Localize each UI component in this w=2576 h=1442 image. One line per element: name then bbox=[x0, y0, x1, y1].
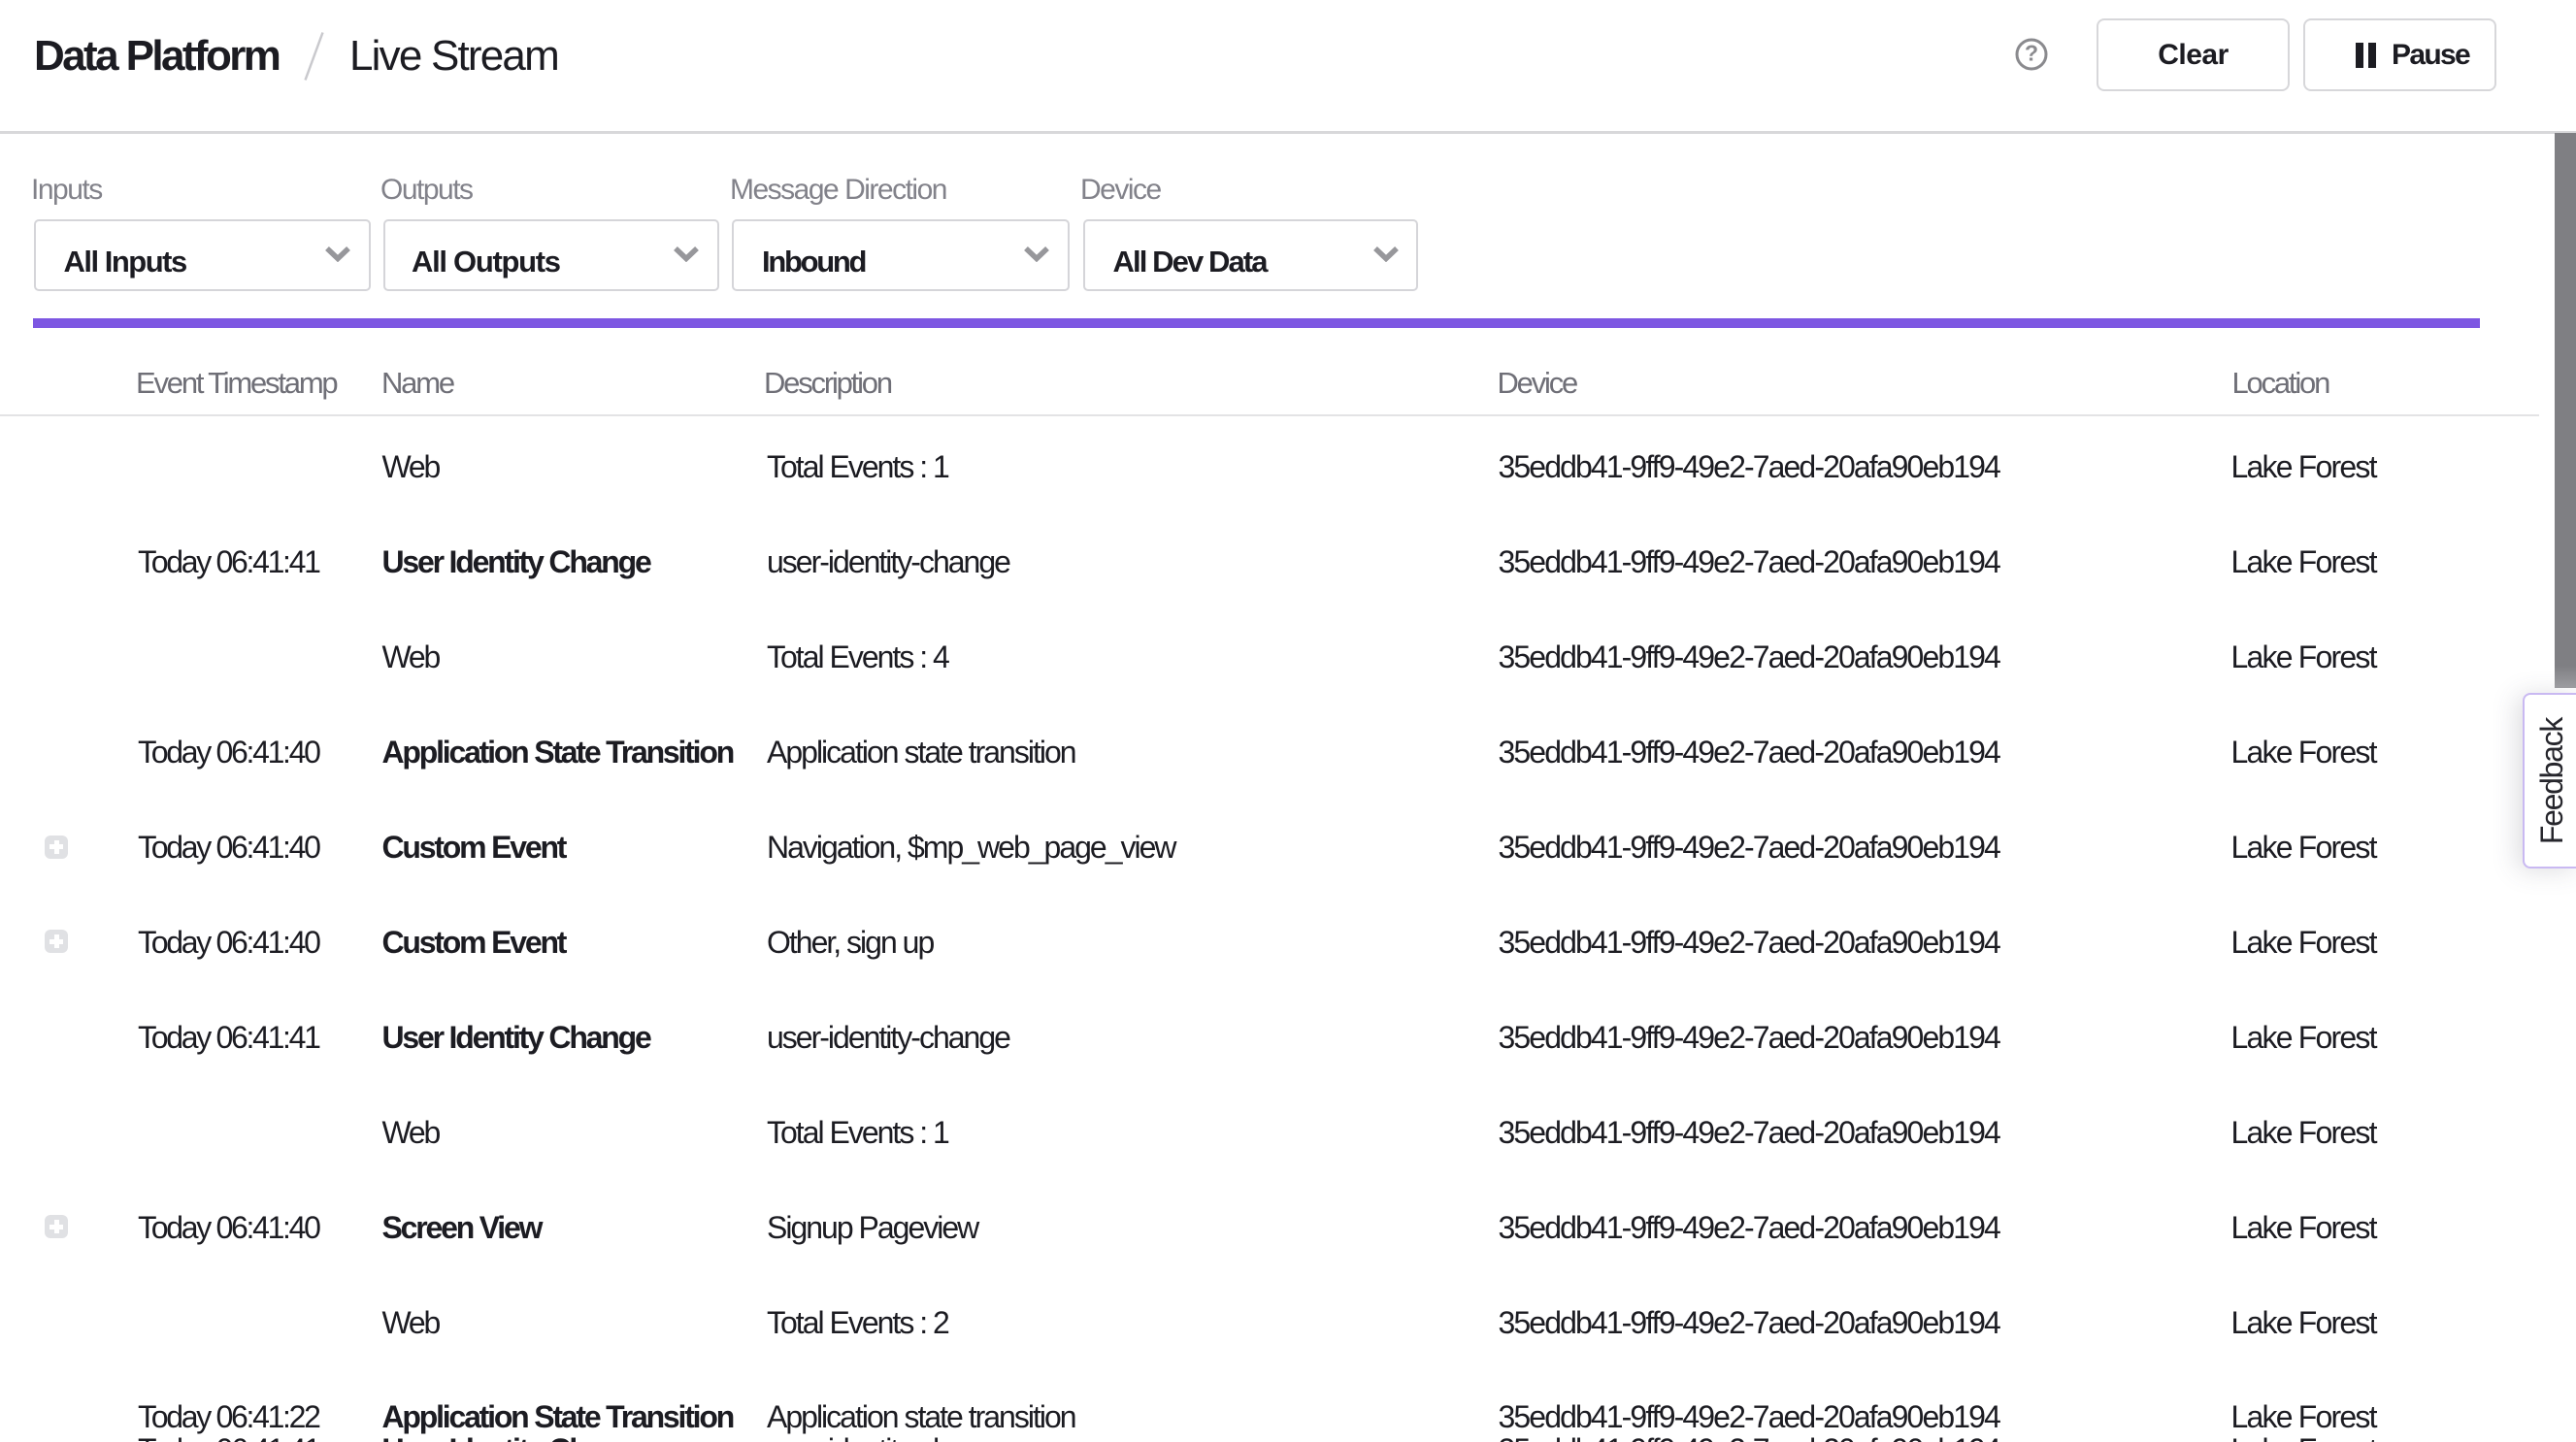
svg-text:?: ? bbox=[2025, 40, 2038, 65]
